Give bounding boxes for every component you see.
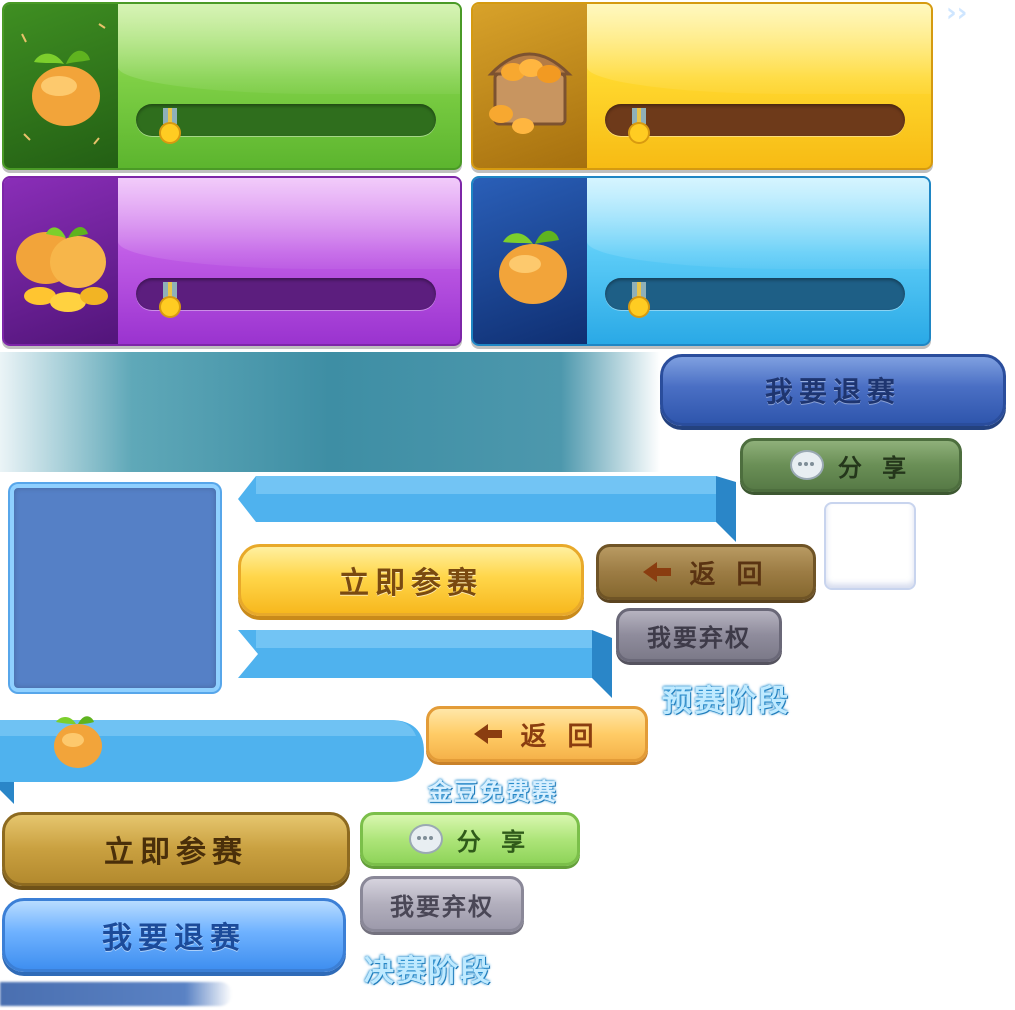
blue-square-panel xyxy=(10,484,220,692)
progress-track xyxy=(605,278,905,310)
share-button-light[interactable]: 分 享 xyxy=(360,812,580,866)
icon-box xyxy=(473,178,587,344)
join-now-button[interactable]: 立即参赛 xyxy=(238,544,584,616)
medal-icon xyxy=(159,108,181,144)
back-label: 返 回 xyxy=(689,559,769,590)
share-label: 分 享 xyxy=(456,827,532,856)
quit-match-button-light[interactable]: 我要退赛 xyxy=(2,898,346,972)
chat-bubble-icon xyxy=(408,824,443,854)
treasure-chest-icon xyxy=(487,52,573,134)
panel-purple xyxy=(2,176,462,346)
share-label: 分 享 xyxy=(837,453,913,482)
forfeit-button-dark[interactable]: 我要弃权 xyxy=(616,608,782,662)
panel-yellow xyxy=(471,2,933,170)
progress-track xyxy=(136,104,436,136)
medal-icon xyxy=(159,282,181,318)
ribbon-top xyxy=(238,476,736,542)
join-now-button-gold[interactable]: 立即参赛 xyxy=(2,812,350,886)
empty-frame xyxy=(824,502,916,590)
chat-bubble-icon xyxy=(789,450,824,480)
bean-sprout-icon xyxy=(21,23,106,145)
double-chevron-icon: ›› xyxy=(946,0,968,28)
final-stage-label: 决赛阶段 xyxy=(364,954,492,989)
prelim-stage-label: 预赛阶段 xyxy=(662,684,790,719)
back-arrow-icon xyxy=(643,562,672,582)
icon-box xyxy=(473,4,587,168)
ribbon-middle xyxy=(238,630,612,698)
medal-icon xyxy=(628,108,650,144)
beans-pile-icon xyxy=(16,227,108,312)
panel-green xyxy=(2,2,462,170)
back-arrow-icon xyxy=(474,724,503,744)
forfeit-button-light[interactable]: 我要弃权 xyxy=(360,876,524,932)
medal-icon xyxy=(628,282,650,318)
back-button-dark[interactable]: 返 回 xyxy=(596,544,816,600)
shadow-stroke xyxy=(0,982,232,1006)
fade-banner xyxy=(0,352,660,472)
free-match-label: 金豆免费赛 xyxy=(428,778,558,806)
progress-track xyxy=(605,104,905,136)
panel-blue xyxy=(471,176,931,346)
share-button[interactable]: 分 享 xyxy=(740,438,962,492)
back-button-light[interactable]: 返 回 xyxy=(426,706,648,762)
icon-box xyxy=(4,178,118,344)
quit-match-button[interactable]: 我要退赛 xyxy=(660,354,1006,426)
icon-box xyxy=(4,4,118,168)
bean-sprout-icon xyxy=(54,716,102,768)
back-label: 返 回 xyxy=(520,721,600,752)
bean-sprout-icon xyxy=(499,230,567,304)
progress-track xyxy=(136,278,436,310)
